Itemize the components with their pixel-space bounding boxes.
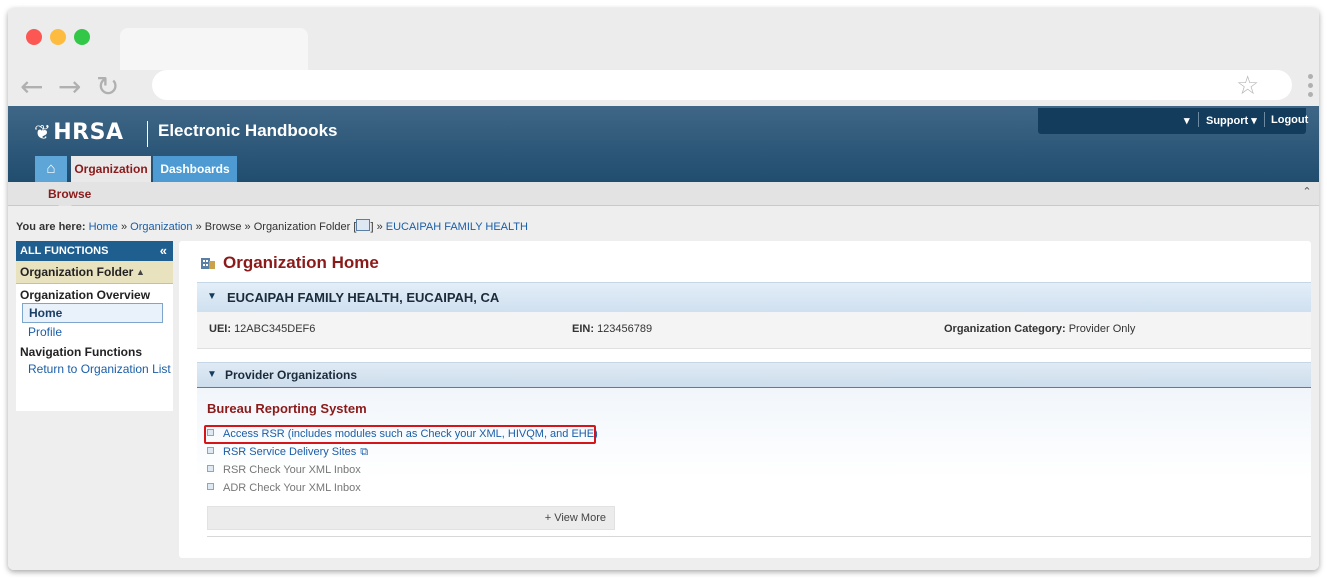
back-arrow-icon[interactable]: ←: [20, 72, 43, 102]
menu-divider: [1198, 112, 1199, 127]
address-bar[interactable]: [152, 70, 1292, 100]
breadcrumb-home[interactable]: Home: [89, 221, 118, 233]
left-sidebar: ALL FUNCTIONS « Organization Folder ▲ Or…: [16, 241, 173, 411]
user-menu-caret[interactable]: ▾: [1184, 114, 1190, 127]
sidebar-header: ALL FUNCTIONS «: [16, 241, 173, 261]
minimize-window-icon[interactable]: [50, 29, 66, 45]
bullet-icon: [207, 429, 214, 436]
organization-building-icon: [201, 258, 215, 269]
folder-collapse-icon[interactable]: ▲: [136, 261, 145, 283]
tab-organization[interactable]: Organization: [71, 156, 151, 182]
sidebar-item-profile[interactable]: Profile: [16, 323, 173, 341]
breadcrumb: You are here: Home » Organization » Brow…: [16, 219, 528, 233]
link-access-rsr[interactable]: Access RSR (includes modules such as Che…: [207, 428, 598, 440]
sidebar-section-navigation: Navigation Functions: [20, 345, 143, 359]
provider-section-label: Provider Organizations: [225, 368, 358, 382]
category-field: Organization Category: Provider Only: [944, 323, 1136, 335]
bookmark-star-icon[interactable]: ☆: [1236, 72, 1259, 100]
expand-triangle-icon[interactable]: ▼: [207, 369, 217, 380]
provider-section-body: Bureau Reporting System Access RSR (incl…: [197, 388, 1311, 538]
provider-organizations-bar[interactable]: ▼ Provider Organizations: [197, 362, 1311, 389]
top-utility-menu: ▾ Support ▾ Logout: [1038, 108, 1308, 134]
view-more-button[interactable]: + View More: [207, 506, 615, 530]
browser-tab[interactable]: [120, 28, 308, 70]
sidebar-item-return[interactable]: Return to Organization List: [16, 360, 173, 378]
folder-icon[interactable]: [356, 219, 371, 231]
sidebar-section-overview: Organization Overview: [20, 288, 151, 302]
sidebar-item-home[interactable]: Home: [22, 303, 163, 323]
menu-divider: [1264, 112, 1265, 127]
expand-triangle-icon[interactable]: ▼: [207, 291, 217, 302]
subnav-browse[interactable]: Browse: [48, 187, 91, 201]
organization-details: UEI: 12ABC345DEF6 EIN: 123456789 Organiz…: [197, 312, 1311, 349]
external-link-icon: ⧉: [360, 446, 369, 458]
close-window-icon[interactable]: [26, 29, 42, 45]
uei-field: UEI: 12ABC345DEF6: [209, 323, 316, 335]
collapse-header-icon[interactable]: ⌃: [1299, 184, 1315, 200]
hrsa-logo[interactable]: ❦HRSA: [34, 120, 124, 145]
ein-field: EIN: 123456789: [572, 323, 653, 335]
browser-chrome: ← → ↻ ☆: [8, 8, 1319, 106]
collapse-sidebar-icon[interactable]: «: [160, 241, 167, 261]
link-rsr-check-xml-inbox: RSR Check Your XML Inbox: [207, 464, 361, 476]
sub-navigation: Browse ⌃: [8, 182, 1319, 212]
browser-window: ← → ↻ ☆ ❦HRSA Electronic Handbooks ▾ Sup…: [8, 8, 1319, 570]
main-panel: Organization Home ▼ EUCAIPAH FAMILY HEAL…: [179, 241, 1311, 558]
bureau-reporting-title: Bureau Reporting System: [207, 401, 367, 416]
home-icon: ⌂: [46, 160, 56, 177]
home-button[interactable]: ⌂: [35, 156, 67, 182]
bullet-icon: [207, 447, 214, 454]
page-title: Organization Home: [223, 253, 379, 272]
breadcrumb-folder: Organization Folder [: [253, 221, 357, 233]
bullet-icon: [207, 483, 214, 490]
section-divider: [207, 536, 1311, 537]
sidebar-folder[interactable]: Organization Folder ▲: [16, 261, 173, 284]
logout-link[interactable]: Logout: [1271, 114, 1308, 126]
eagle-icon: ❦: [34, 120, 52, 144]
maximize-window-icon[interactable]: [74, 29, 90, 45]
organization-name: EUCAIPAH FAMILY HEALTH, EUCAIPAH, CA: [227, 290, 500, 305]
link-rsr-service-delivery-sites[interactable]: RSR Service Delivery Sites ⧉: [207, 446, 368, 459]
app-title: Electronic Handbooks: [158, 121, 338, 140]
tab-dashboards[interactable]: Dashboards: [153, 156, 237, 182]
support-menu[interactable]: Support ▾: [1206, 114, 1257, 127]
reload-icon[interactable]: ↻: [96, 72, 119, 102]
organization-header-bar[interactable]: ▼ EUCAIPAH FAMILY HEALTH, EUCAIPAH, CA: [197, 282, 1311, 312]
breadcrumb-organization[interactable]: Organization: [130, 221, 192, 233]
logo-divider: [147, 121, 148, 147]
breadcrumb-browse: Browse: [204, 221, 242, 233]
breadcrumb-current[interactable]: EUCAIPAH FAMILY HEALTH: [386, 221, 528, 233]
link-adr-check-xml-inbox: ADR Check Your XML Inbox: [207, 482, 361, 494]
browser-menu-icon[interactable]: [1308, 74, 1314, 101]
forward-arrow-icon[interactable]: →: [58, 72, 81, 102]
bullet-icon: [207, 465, 214, 472]
